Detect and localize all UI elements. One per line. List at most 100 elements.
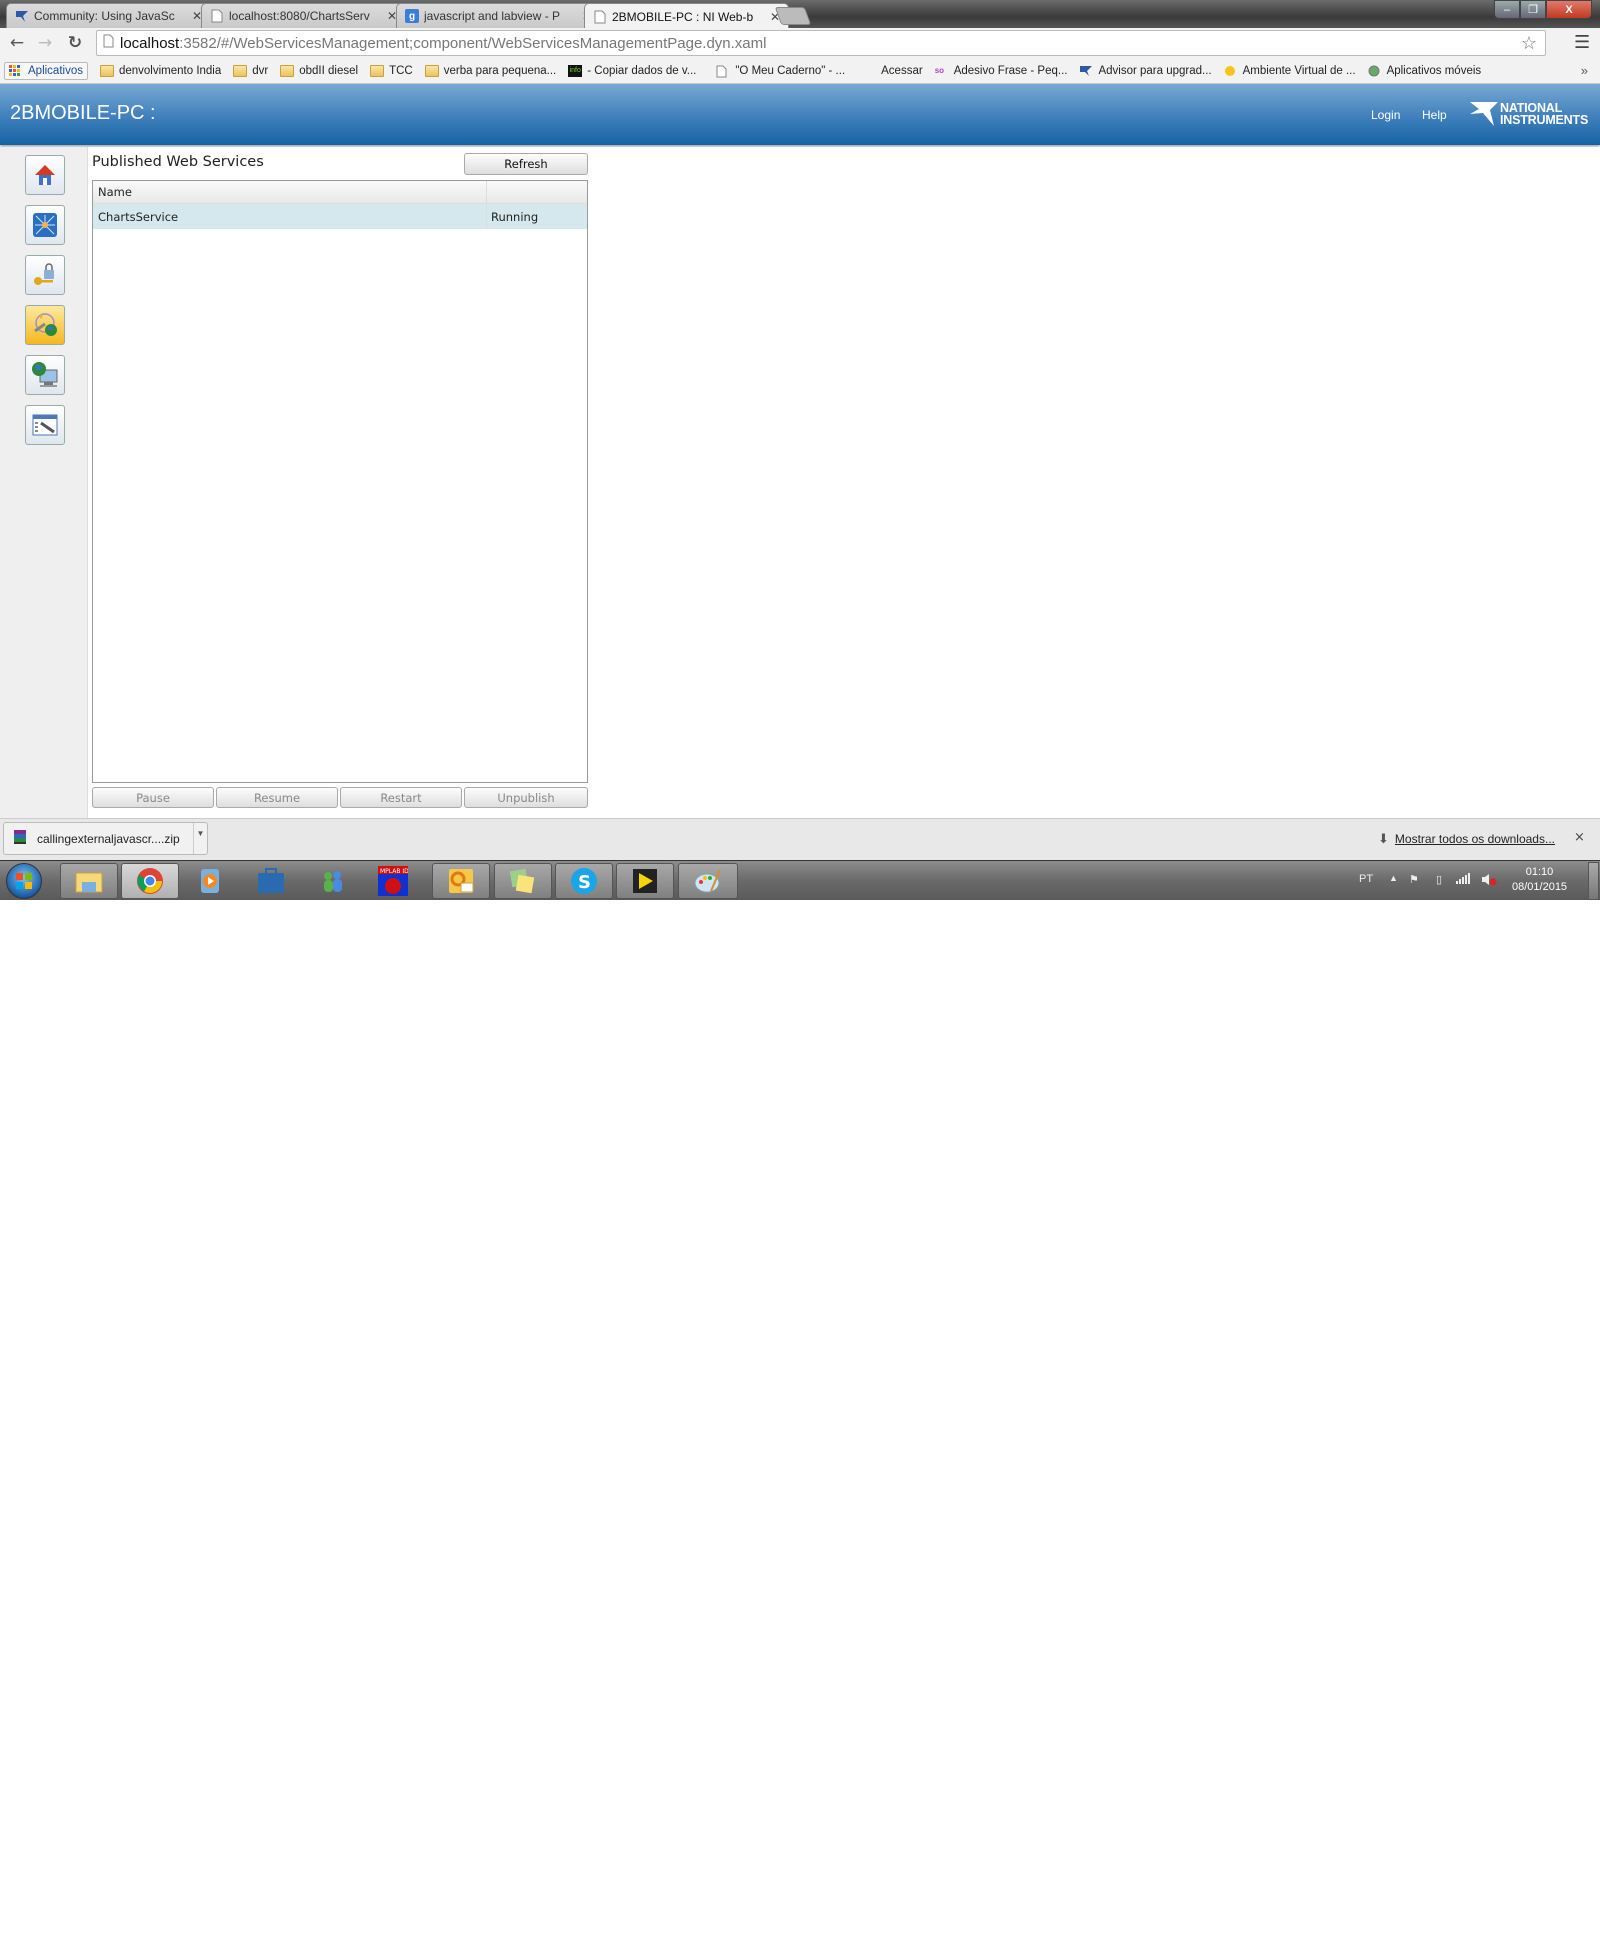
refresh-button[interactable]: Refresh [464, 153, 588, 175]
close-window-button[interactable]: X [1546, 0, 1592, 19]
tab-title: javascript and labview - P [424, 9, 561, 23]
taskbar-labview[interactable] [616, 863, 674, 899]
browser-toolbar: ← → ↻ localhost:3582/#/WebServicesManage… [0, 28, 1600, 58]
taskbar-messenger[interactable] [303, 863, 361, 899]
taskbar-skype[interactable]: S [555, 863, 613, 899]
taskbar-toolbox[interactable] [242, 863, 300, 899]
menu-icon[interactable]: ☰ [1574, 32, 1590, 53]
bookmark-link[interactable]: info - Copiar dados de v... [568, 64, 696, 77]
sidebar-item-web-server[interactable] [25, 355, 65, 395]
sidebar-item-web-services[interactable] [25, 305, 65, 345]
taskbar-sticky-notes[interactable] [494, 863, 552, 899]
system-clock[interactable]: 01:10 08/01/2015 [1512, 865, 1567, 895]
show-all-downloads-link[interactable]: ⬇ Mostrar todos os downloads... [1378, 831, 1555, 847]
reload-icon: ↻ [67, 33, 83, 53]
so-icon: so [934, 65, 945, 75]
start-button[interactable] [6, 863, 42, 899]
bookmarks-bar: Aplicativos denvolvimento India dvr obdI… [0, 58, 1600, 84]
bookmark-link[interactable]: "O Meu Caderno" - ... [716, 65, 845, 77]
show-hidden-icons-button[interactable]: ▲ [1389, 873, 1398, 883]
sidebar [0, 147, 88, 818]
resume-button[interactable]: Resume [216, 787, 338, 808]
browser-tab-strip: Community: Using JavaSc ✕ localhost:8080… [0, 0, 1600, 29]
bookmark-label: Adesivo Frase - Peq... [953, 64, 1068, 77]
table-row[interactable]: ChartsService Running [93, 204, 587, 229]
taskbar-chrome[interactable] [121, 863, 179, 899]
bookmark-folder[interactable]: TCC [370, 64, 413, 77]
sidebar-item-home[interactable] [25, 155, 65, 195]
more-bookmarks-button[interactable]: » [1581, 63, 1588, 78]
sidebar-item-network[interactable] [25, 205, 65, 245]
help-link[interactable]: Help [1422, 108, 1447, 122]
login-link[interactable]: Login [1371, 108, 1400, 122]
tab-title: Community: Using JavaSc [34, 9, 175, 23]
page-icon [716, 65, 730, 77]
folder-icon [75, 872, 103, 893]
host-title: 2BMOBILE-PC : [10, 102, 156, 124]
battery-icon[interactable]: ▯ [1436, 873, 1442, 886]
pause-button[interactable]: Pause [92, 787, 214, 808]
column-header-name[interactable]: Name [93, 181, 487, 203]
sidebar-item-security[interactable] [25, 255, 65, 295]
bookmark-folder[interactable]: verba para pequena... [424, 64, 557, 77]
unpublish-button[interactable]: Unpublish [464, 787, 588, 808]
bookmark-link[interactable]: so Adesivo Frase - Peq... [935, 65, 1068, 77]
folder-icon [99, 64, 114, 77]
minimize-window-button[interactable]: ‒ [1494, 0, 1520, 19]
winrar-archive-icon [13, 829, 27, 848]
google-icon: g [405, 9, 419, 23]
bookmark-folder[interactable]: dvr [233, 64, 268, 77]
taskbar-windows-explorer[interactable] [60, 863, 118, 899]
tab-title: localhost:8080/ChartsServ [229, 9, 370, 23]
show-desktop-button[interactable] [1588, 862, 1599, 900]
bookmark-folder[interactable]: denvolvimento India [99, 64, 222, 77]
ni-eagle-icon [1470, 102, 1498, 126]
column-header-status[interactable] [487, 181, 587, 203]
close-downloads-bar-icon[interactable]: × [1574, 830, 1585, 845]
action-center-flag-icon[interactable]: ⚑ [1409, 873, 1419, 886]
folder-icon [424, 64, 439, 77]
taskbar-media-player[interactable] [181, 863, 239, 899]
taskbar-outlook[interactable] [432, 863, 490, 899]
back-button[interactable]: ← [6, 32, 28, 54]
bookmark-label: denvolvimento India [118, 64, 222, 77]
bookmark-label: "O Meu Caderno" - ... [735, 64, 846, 77]
bookmark-label: Acessar [881, 64, 923, 77]
bookmark-link[interactable]: Aplicativos móveis [1368, 65, 1481, 77]
sidebar-item-configuration[interactable] [25, 405, 65, 445]
info-icon: info [568, 64, 583, 77]
toolbox-icon [258, 868, 284, 893]
bookmark-folder[interactable]: obdII diesel [280, 64, 358, 77]
tab-community[interactable]: Community: Using JavaSc ✕ [6, 3, 211, 28]
windows-taskbar: MPLAB IDE S PT ▲ ⚑ ▯ 01:10 08/01/2015 [0, 860, 1600, 900]
bookmark-label: Aplicativos [28, 64, 83, 77]
settings-window-icon [32, 414, 58, 436]
taskbar-paint[interactable] [678, 863, 738, 899]
address-bar[interactable]: localhost:3582/#/WebServicesManagement;c… [96, 30, 1546, 56]
android-icon [1368, 65, 1382, 77]
bookmark-link[interactable]: Acessar [881, 65, 923, 77]
new-tab-button[interactable] [774, 7, 812, 25]
reload-button[interactable]: ↻ [64, 32, 86, 54]
forward-button[interactable]: → [34, 32, 56, 54]
bookmark-label: verba para pequena... [443, 64, 557, 77]
bookmark-apps[interactable]: Aplicativos [4, 61, 88, 80]
volume-muted-icon[interactable] [1481, 873, 1497, 889]
download-item[interactable]: callingexternaljavascr....zip ▼ [3, 822, 208, 855]
bookmark-link[interactable]: Advisor para upgrad... [1079, 65, 1212, 77]
maximize-window-button[interactable]: ❐ [1520, 0, 1546, 19]
download-options-caret-icon[interactable]: ▼ [193, 823, 207, 854]
tab-localhost-8080[interactable]: localhost:8080/ChartsServ ✕ [201, 3, 406, 28]
mplab-icon: MPLAB IDE [378, 866, 408, 896]
tab-google-search[interactable]: g javascript and labview - P ✕ [396, 3, 601, 28]
paint-palette-icon [694, 869, 721, 893]
restart-button[interactable]: Restart [340, 787, 462, 808]
tab-ni-web-admin[interactable]: 2BMOBILE-PC : NI Web-b ✕ [584, 3, 789, 29]
network-signal-icon[interactable] [1456, 873, 1470, 887]
downloads-bar: callingexternaljavascr....zip ▼ ⬇ Mostra… [0, 818, 1600, 860]
bookmark-link[interactable]: Ambiente Virtual de ... [1224, 65, 1356, 77]
taskbar-mplab-ide[interactable]: MPLAB IDE [364, 863, 422, 899]
svg-text:S: S [578, 872, 591, 893]
bookmark-star-icon[interactable]: ☆ [1521, 33, 1537, 54]
language-indicator[interactable]: PT [1359, 873, 1373, 885]
